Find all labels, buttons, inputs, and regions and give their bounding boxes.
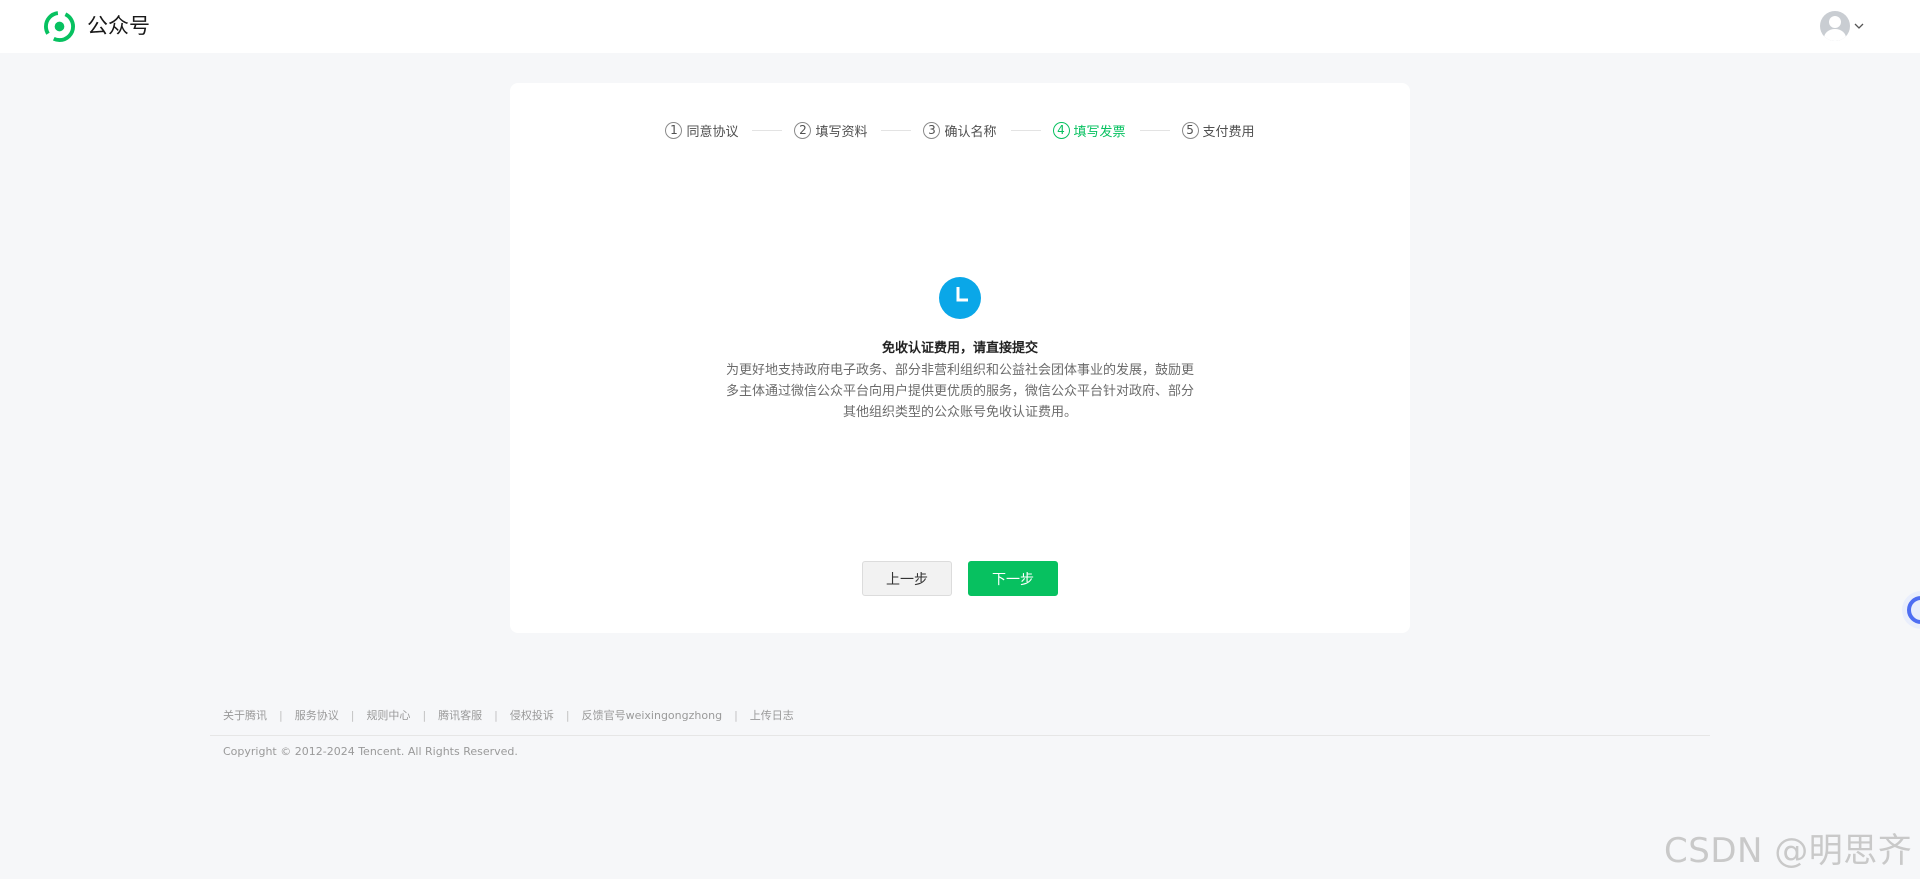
step-agree: 1 同意协议 [665, 121, 738, 140]
step-label: 填写发票 [1073, 124, 1126, 140]
footer-separator: | [279, 708, 283, 722]
previous-step-button[interactable]: 上一步 [862, 561, 952, 596]
step-divider [881, 129, 912, 131]
step-label: 同意协议 [686, 124, 739, 140]
footer-separator: | [565, 708, 570, 722]
footer-link-about[interactable]: 关于腾讯 [223, 707, 267, 723]
footer-link-rules[interactable]: 规则中心 [366, 707, 410, 723]
step-number: 4 [1052, 121, 1070, 139]
step-number: 2 [794, 121, 812, 139]
step-number: 1 [665, 121, 683, 139]
footer-link-feedback[interactable]: 反馈官号weixingongzhong [582, 707, 722, 723]
footer-separator: | [422, 708, 427, 722]
step-divider [752, 129, 783, 131]
footer-link-complaint[interactable]: 侵权投诉 [510, 707, 554, 723]
official-account-logo-icon[interactable] [44, 11, 75, 42]
step-invoice: 4 填写发票 [1052, 121, 1126, 140]
content-card: 1 同意协议 2 填写资料 3 确认名称 4 填写发票 5 支付费用 免收认证费… [510, 83, 1410, 633]
footer-separator: | [494, 708, 498, 722]
progress-steps: 1 同意协议 2 填写资料 3 确认名称 4 填写发票 5 支付费用 [510, 118, 1410, 142]
user-avatar-icon [1820, 11, 1850, 41]
clock-icon [939, 277, 981, 319]
step-label: 填写资料 [815, 124, 868, 140]
message-description: 为更好地支持政府电子政务、部分非营利组织和公益社会团体事业的发展，鼓励更多主体通… [725, 363, 1194, 420]
step-label: 确认名称 [944, 124, 997, 140]
copyright-text: Copyright © 2012-2024 Tencent. All Right… [223, 745, 518, 758]
footer-separator: | [734, 708, 738, 722]
floating-assistant-icon[interactable] [1901, 590, 1920, 630]
step-label: 支付费用 [1202, 124, 1255, 140]
brand-title: 公众号 [87, 14, 150, 38]
step-number: 3 [923, 121, 941, 139]
footer-link-upload-log[interactable]: 上传日志 [750, 707, 794, 723]
watermark: CSDN @明思齐 [1664, 831, 1913, 871]
message-title: 免收认证费用，请直接提交 [881, 341, 1038, 356]
top-header: 公众号 [0, 0, 1920, 53]
step-divider [1139, 129, 1170, 131]
footer-link-support[interactable]: 腾讯客服 [438, 707, 482, 723]
footer-link-service-agreement[interactable]: 服务协议 [295, 707, 339, 723]
step-number: 5 [1181, 121, 1199, 139]
next-step-button[interactable]: 下一步 [968, 561, 1058, 596]
step-divider [1010, 129, 1041, 131]
step-fill-info: 2 填写资料 [794, 121, 867, 140]
footer-divider [210, 735, 1710, 736]
chevron-down-icon [1854, 23, 1864, 29]
footer-links: 关于腾讯 | 服务协议 | 规则中心 | 腾讯客服 | 侵权投诉 | 反馈官号w… [223, 707, 794, 723]
step-confirm-name: 3 确认名称 [923, 121, 997, 140]
step-payment: 5 支付费用 [1181, 121, 1255, 140]
account-menu[interactable] [1820, 11, 1866, 41]
footer-separator: | [350, 708, 355, 722]
